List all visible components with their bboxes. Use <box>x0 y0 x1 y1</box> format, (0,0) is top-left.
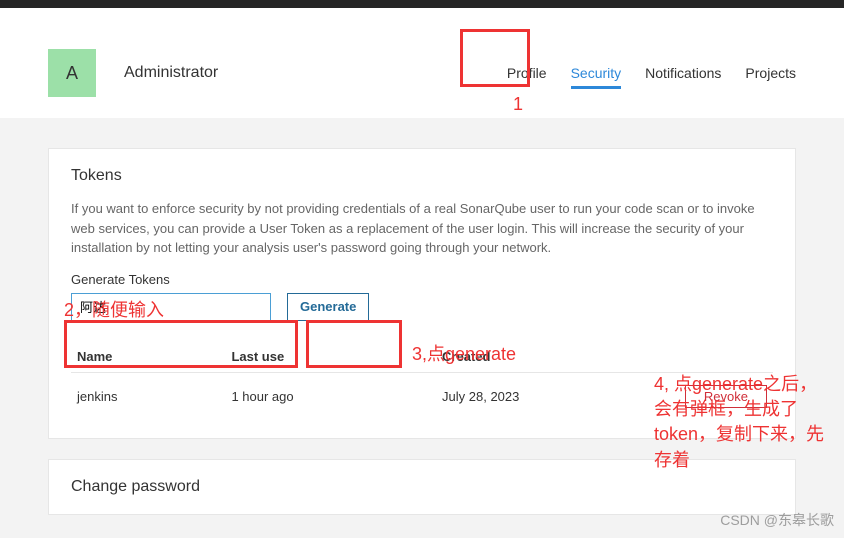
tokens-description: If you want to enforce security by not p… <box>71 199 773 258</box>
revoke-button[interactable]: Revoke <box>685 385 767 408</box>
tab-profile[interactable]: Profile <box>507 65 547 87</box>
watermark: CSDN @东皋长歌 <box>720 510 834 530</box>
top-bar <box>0 0 844 8</box>
col-last-use: Last use <box>225 341 436 373</box>
generate-tokens-label: Generate Tokens <box>71 272 773 287</box>
col-actions <box>647 341 773 373</box>
username-label: Administrator <box>124 64 507 82</box>
tab-security[interactable]: Security <box>571 65 622 87</box>
avatar-letter: A <box>66 63 78 84</box>
account-tabs: Profile Security Notifications Projects <box>507 59 796 87</box>
tokens-table: Name Last use Created jenkins 1 hour ago… <box>71 341 773 420</box>
change-password-panel: Change password <box>48 459 796 515</box>
avatar: A <box>48 49 96 97</box>
table-row: jenkins 1 hour ago July 28, 2023 Revoke <box>71 372 773 420</box>
change-password-title: Change password <box>71 478 773 496</box>
token-name-input[interactable] <box>71 293 271 321</box>
cell-created: July 28, 2023 <box>436 372 647 420</box>
cell-name: jenkins <box>71 372 225 420</box>
generate-row: Generate <box>71 293 773 321</box>
tab-notifications[interactable]: Notifications <box>645 65 721 87</box>
tokens-title: Tokens <box>71 167 773 185</box>
tab-projects[interactable]: Projects <box>745 65 796 87</box>
col-name: Name <box>71 341 225 373</box>
content-area: Tokens If you want to enforce security b… <box>0 118 844 515</box>
col-created: Created <box>436 341 647 373</box>
account-header: A Administrator Profile Security Notific… <box>0 8 844 118</box>
tokens-panel: Tokens If you want to enforce security b… <box>48 148 796 439</box>
generate-button[interactable]: Generate <box>287 293 369 321</box>
cell-last-use: 1 hour ago <box>225 372 436 420</box>
